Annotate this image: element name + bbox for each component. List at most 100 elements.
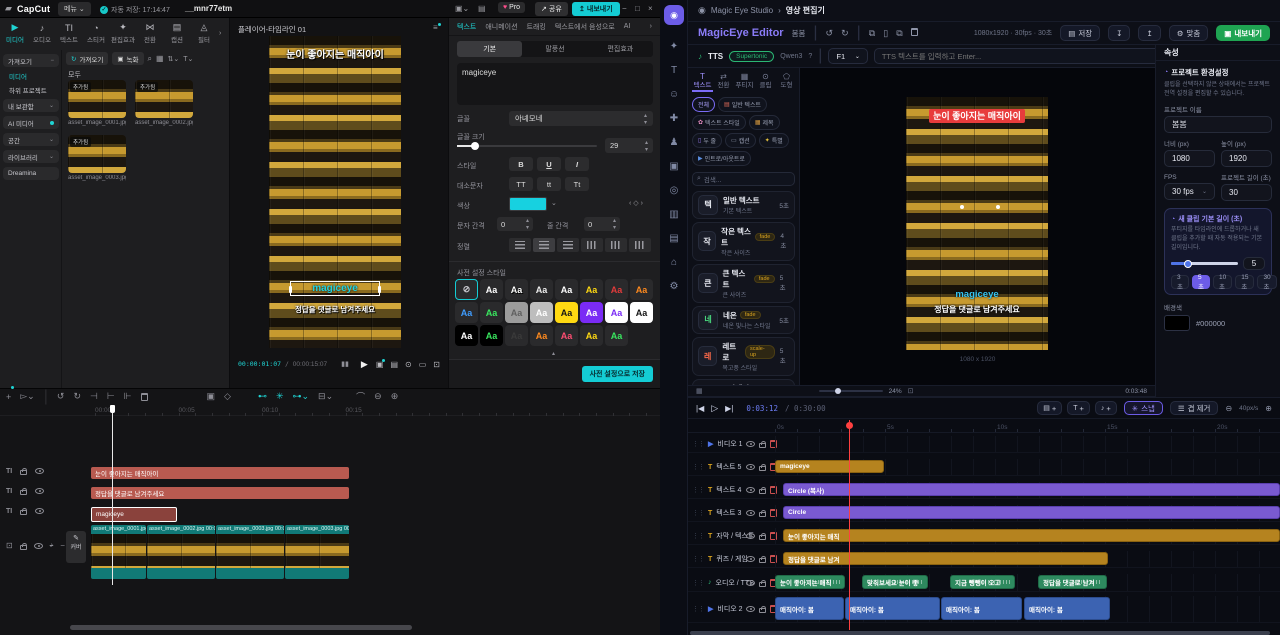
export-button[interactable]: ▣ 내보내기 bbox=[1216, 25, 1270, 41]
text-tab-트래킹[interactable]: 트래킹 bbox=[527, 22, 546, 32]
subtab-말풍선[interactable]: 말풍선 bbox=[522, 41, 587, 57]
text-content-input[interactable]: magiceye bbox=[457, 63, 653, 105]
text-clip[interactable]: 눈이 좋아지는 매직아이 bbox=[91, 467, 349, 479]
case-Tt-button[interactable]: Tt bbox=[565, 177, 589, 191]
download-button[interactable]: ↧ bbox=[1108, 25, 1131, 41]
camera-icon[interactable]: ▣ bbox=[660, 154, 688, 178]
drag-handle-icon[interactable]: ⋮⋮ bbox=[692, 579, 705, 587]
text-tab-AI[interactable]: AI bbox=[624, 23, 631, 30]
width-input[interactable]: 1080 bbox=[1164, 150, 1215, 168]
eye-icon[interactable] bbox=[35, 508, 45, 514]
close-button[interactable]: × bbox=[648, 4, 653, 13]
eye-icon[interactable] bbox=[746, 464, 755, 470]
char-spacing-value[interactable]: 0 ▴ ▾ bbox=[497, 217, 533, 231]
video-canvas[interactable]: 눈이 좋아지는 매직아이 magiceye 정답을 댓글로 남겨주세요 bbox=[906, 97, 1048, 350]
preset-style-7[interactable]: Aa bbox=[630, 279, 653, 300]
text-clip[interactable]: magiceye bbox=[91, 507, 177, 522]
filter-chip-텍스트 스타일[interactable]: ✿ 텍스트 스타일 bbox=[692, 114, 746, 130]
stats-icon[interactable]: ▥ bbox=[660, 202, 688, 226]
timeline-clip[interactable]: 정답을 댓글로 남겨 bbox=[783, 552, 1108, 565]
video-clip[interactable]: asset_image_0001.jpg bbox=[91, 525, 146, 579]
asset-item[interactable]: 추가됨 asset_image_0001.jpg bbox=[68, 80, 126, 126]
layout-icon[interactable]: ▣⌄ bbox=[455, 4, 469, 13]
preset-style-13[interactable]: Aa bbox=[580, 302, 603, 323]
save-button[interactable]: ▤ 저장 bbox=[1060, 25, 1101, 41]
cover-button[interactable]: ✎ 커버 bbox=[66, 531, 86, 563]
color-dropdown-icon[interactable]: ⌄ bbox=[551, 199, 557, 207]
track-lane[interactable]: Circle (복사) bbox=[775, 482, 1280, 498]
add-text-button[interactable]: T + bbox=[1067, 401, 1090, 415]
track-lane[interactable] bbox=[775, 436, 1280, 452]
subtab-편집효과[interactable]: 편집효과 bbox=[588, 41, 653, 57]
preview-axis-icon[interactable]: ⌒ bbox=[356, 390, 365, 403]
eye-icon[interactable] bbox=[746, 441, 755, 447]
layout-icon[interactable]: ▦ bbox=[696, 387, 703, 395]
timeline-clip[interactable]: 매직아이: 봄 bbox=[941, 597, 1022, 620]
minimize-button[interactable]: − bbox=[622, 4, 627, 13]
mute-icon[interactable]: ♪ bbox=[50, 542, 54, 549]
preset-style-5[interactable]: Aa bbox=[580, 279, 603, 300]
lock-icon[interactable] bbox=[759, 487, 766, 494]
select-tool[interactable]: ▻⌄ bbox=[20, 391, 34, 402]
ribbon-tab-편집효과[interactable]: ✦ 편집효과 bbox=[110, 22, 136, 44]
ribbon-tab-전환[interactable]: ⋈ 전환 bbox=[137, 22, 163, 44]
align-button-2[interactable] bbox=[557, 238, 579, 252]
add-media-button[interactable]: + bbox=[6, 385, 15, 402]
filter-type-icon[interactable]: T⌄ bbox=[183, 55, 193, 63]
zoom-slider[interactable] bbox=[818, 388, 883, 394]
drag-handle-icon[interactable]: ⋮⋮ bbox=[692, 463, 705, 471]
preset-style-6[interactable]: Aa bbox=[605, 279, 628, 300]
text-tab-텍스트에서 음성으로[interactable]: 텍스트에서 음성으로 bbox=[555, 22, 615, 32]
length-option-3초[interactable]: 3초 bbox=[1171, 274, 1189, 291]
case-tt-button[interactable]: tt bbox=[537, 177, 561, 191]
paste-icon[interactable]: ▯ bbox=[883, 28, 888, 39]
autolink-icon[interactable]: ⊶⌄ bbox=[293, 391, 310, 402]
style-B-button[interactable]: B bbox=[509, 157, 533, 171]
prev-frame-button[interactable]: |◀ bbox=[696, 404, 704, 413]
slider-handle[interactable] bbox=[471, 142, 479, 150]
asset-thumbnail[interactable]: 추가됨 bbox=[68, 80, 126, 118]
sidebar-item-미디어[interactable]: 미디어 bbox=[3, 71, 59, 81]
ratio-icon[interactable]: ▣ bbox=[376, 358, 386, 369]
collapse-icon[interactable]: − bbox=[60, 541, 65, 550]
timeline-clip[interactable]: Circle bbox=[783, 506, 1280, 519]
redo-button[interactable]: ↻ bbox=[73, 391, 81, 402]
filter-chip-두 줄[interactable]: ▯ 두 줄 bbox=[692, 132, 723, 148]
track-lane[interactable]: 눈이 좋아지는 매직 맞춰보세요 눈이 좋 지금 뺑뺑이 오고 정답을 댓글로 남겨 bbox=[775, 574, 1280, 591]
timeline-clip[interactable]: 눈이 좋아지는 매직 bbox=[775, 575, 845, 589]
font-size-slider[interactable] bbox=[457, 142, 597, 150]
preset-style-3[interactable]: Aa bbox=[530, 279, 553, 300]
help-icon[interactable]: ? bbox=[808, 53, 812, 60]
record-button[interactable]: ▣ 녹화 bbox=[112, 52, 144, 65]
keyframe-icon[interactable]: ◇ bbox=[224, 391, 231, 402]
breadcrumb-app[interactable]: Magic Eye Studio bbox=[711, 6, 773, 15]
undo-button[interactable]: ↺ bbox=[57, 391, 65, 402]
sort-icon[interactable]: ⇅⌄ bbox=[168, 55, 180, 63]
text-icon[interactable]: T bbox=[660, 58, 688, 82]
eye-icon[interactable] bbox=[746, 579, 755, 586]
ribbon-tab-미디어[interactable]: ▶ 미디어 bbox=[2, 22, 28, 44]
overlap-button[interactable]: ☰ 겹 제거 bbox=[1169, 401, 1219, 415]
snap-toggle[interactable]: ✳ 스냅 bbox=[1123, 401, 1163, 415]
drag-handle-icon[interactable]: ⋮⋮ bbox=[692, 486, 705, 494]
fps-select[interactable]: 30 fps ⌄ bbox=[1164, 182, 1215, 200]
sidebar-item-Dreamina[interactable]: Dreamina bbox=[3, 167, 59, 180]
split-both-icon[interactable]: ⊩ bbox=[124, 391, 132, 402]
ribbon-tab-오디오[interactable]: ♪ 오디오 bbox=[29, 23, 55, 44]
drag-handle-icon[interactable]: ⋮⋮ bbox=[692, 509, 705, 517]
filter-chip-인트로/아웃트로[interactable]: ▶ 인트로/아웃트로 bbox=[692, 150, 751, 166]
sidebar-item-하위 프로젝트[interactable]: 하위 프로젝트 bbox=[3, 85, 59, 95]
preset-style-15[interactable]: Aa bbox=[630, 302, 653, 323]
filter-chip-일반 텍스트[interactable]: ▤ 일반 텍스트 bbox=[718, 96, 767, 112]
color-swatch[interactable] bbox=[509, 197, 547, 211]
filter-chip-캡션[interactable]: ▭ 캡션 bbox=[725, 132, 756, 148]
voice-select[interactable]: F1 ⌄ bbox=[828, 48, 868, 64]
delete-button[interactable] bbox=[140, 388, 148, 406]
preset-style-21[interactable]: Aa bbox=[580, 325, 603, 346]
align-button-1[interactable] bbox=[533, 238, 555, 252]
preset-style-10[interactable]: Aa bbox=[505, 302, 528, 323]
player-menu-icon[interactable]: ≡ bbox=[433, 23, 441, 32]
style-I-button[interactable]: I bbox=[565, 157, 589, 171]
timeline-ruler[interactable]: 0s 5s 10s 15s 20s bbox=[688, 420, 1280, 433]
text-clip[interactable]: 정답을 댓글로 남겨주세요 bbox=[91, 487, 349, 499]
